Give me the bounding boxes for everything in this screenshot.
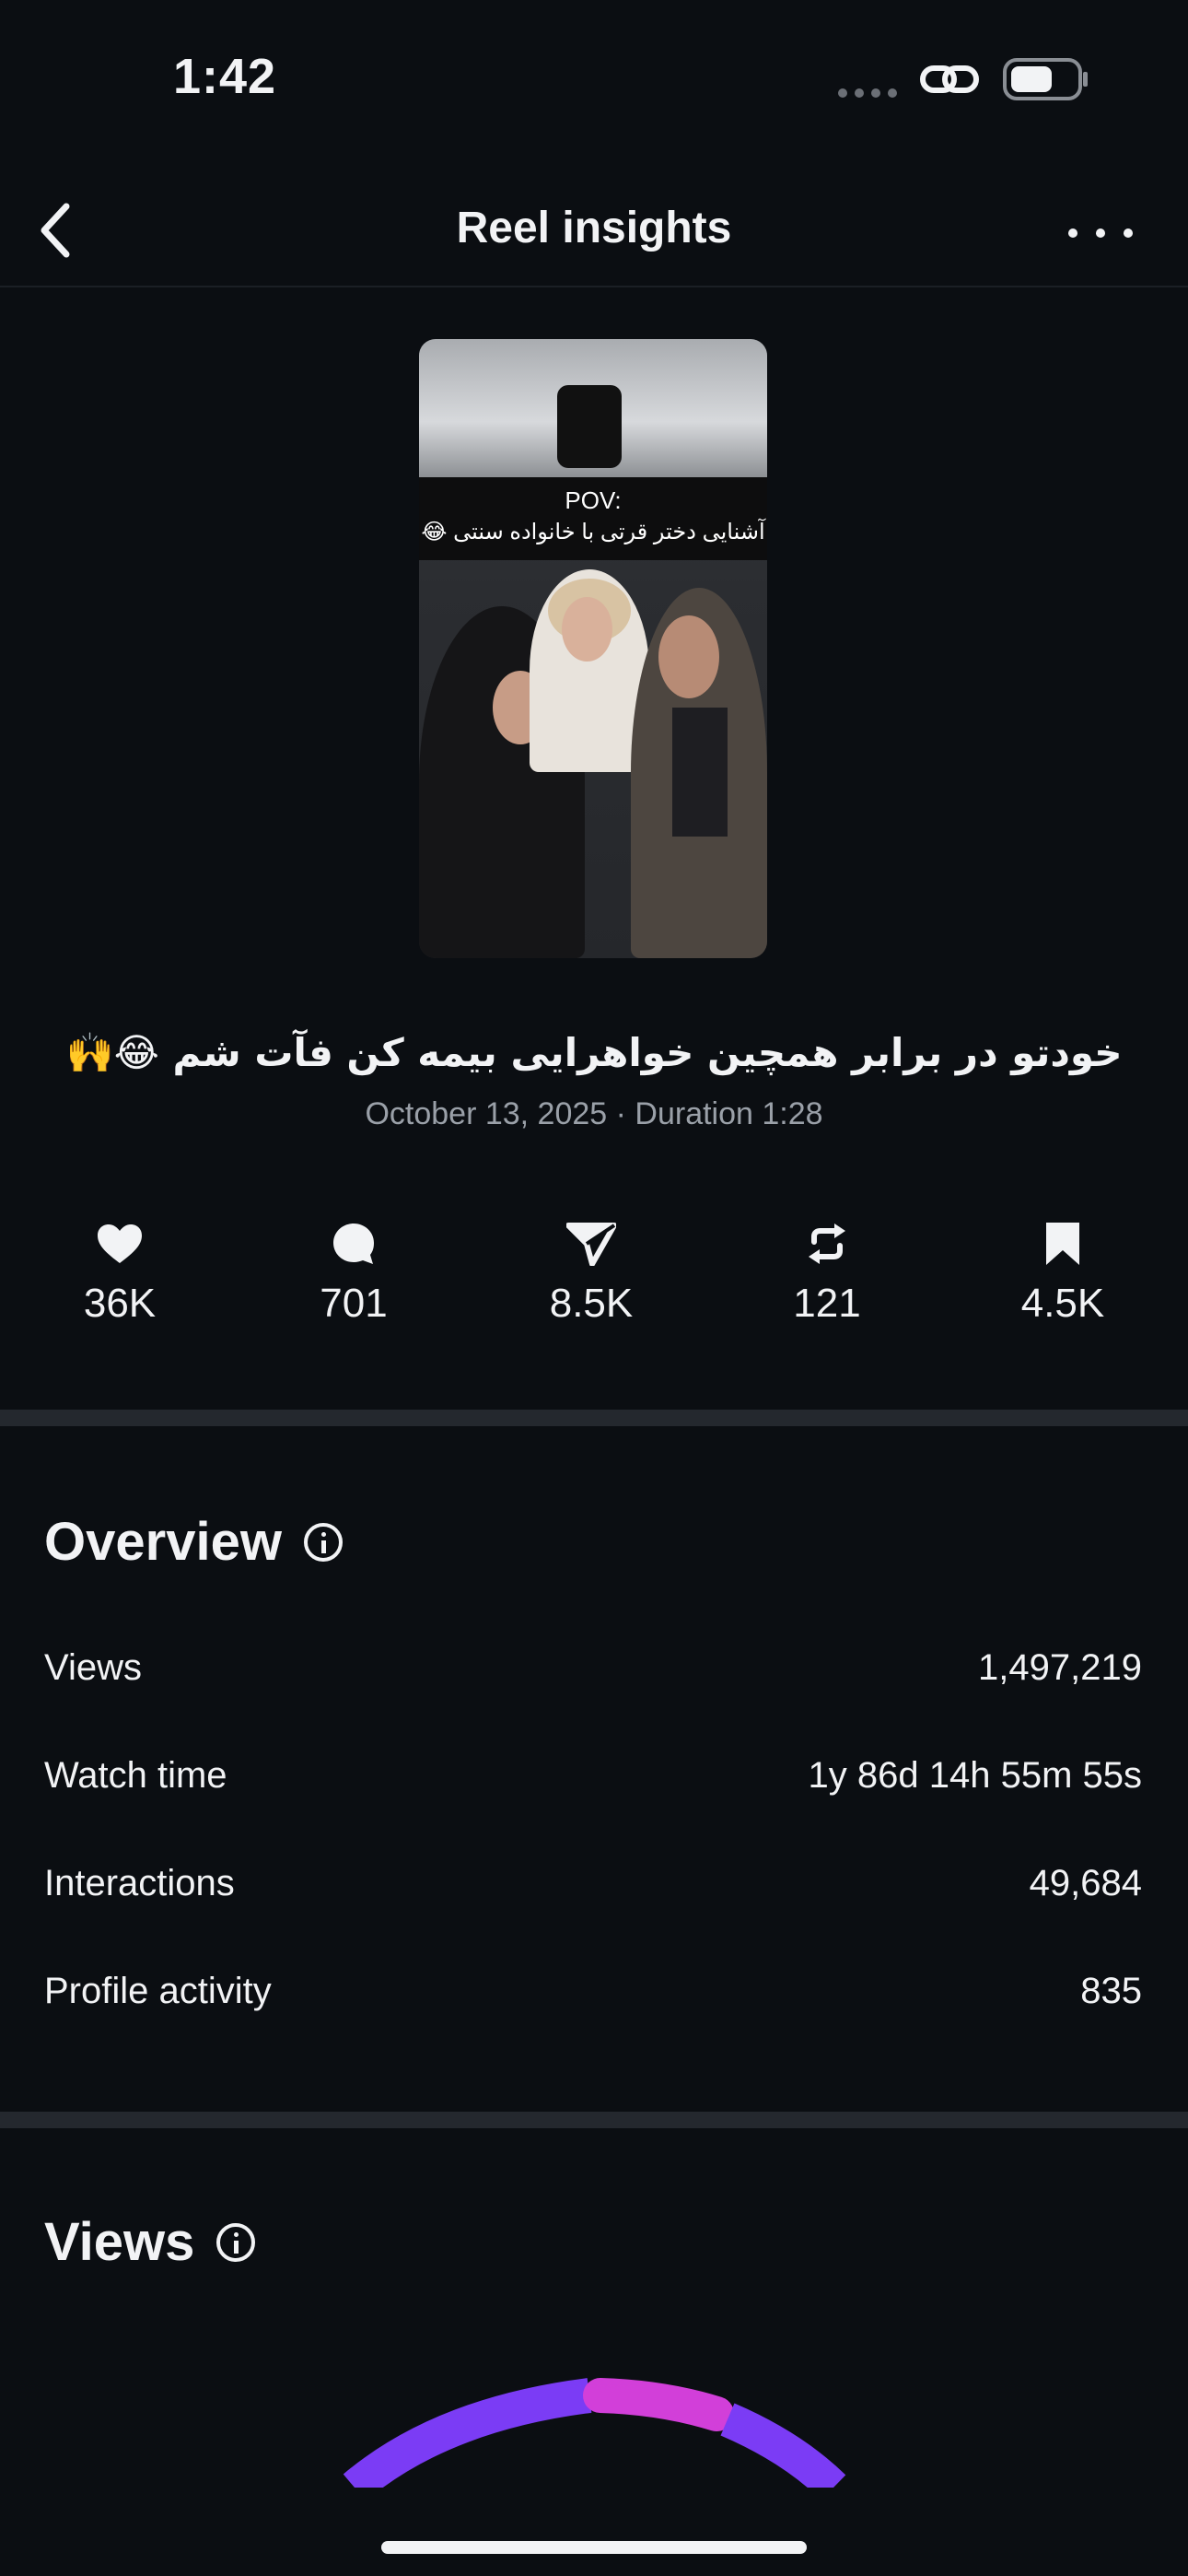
metric-value: 835 (1080, 1970, 1142, 2011)
overview-row-interactions[interactable]: Interactions 49,684 (44, 1856, 1142, 1911)
battery-icon (1003, 58, 1088, 100)
engagement-row: 36K 701 8.5K 121 4.5K (0, 1216, 1188, 1345)
more-icon-dot (1124, 228, 1133, 238)
bookmark-icon (1046, 1223, 1079, 1265)
views-heading: Views (44, 2211, 256, 2273)
overview-row-views[interactable]: Views 1,497,219 (44, 1640, 1142, 1695)
status-bar: 1:42 (0, 0, 1188, 157)
status-time: 1:42 (173, 49, 277, 104)
overview-heading: Overview (44, 1511, 343, 1573)
overview-row-profile-activity[interactable]: Profile activity 835 (44, 1963, 1142, 2019)
comment-icon (333, 1224, 374, 1264)
more-icon-dot (1068, 228, 1077, 238)
donut-segment-purple-left (343, 2378, 592, 2488)
cellular-signal-icon (838, 88, 897, 98)
section-divider (0, 1410, 1188, 1426)
reel-thumbnail[interactable]: POV: آشنایی دختر قرتی با خانواده سنتی 😂 (419, 339, 767, 958)
section-divider (0, 2112, 1188, 2128)
thumbnail-caption-line-2: آشنایی دختر قرتی با خانواده سنتی 😂 (421, 520, 765, 544)
metric-value: 1y 86d 14h 55m 55s (808, 1754, 1142, 1796)
send-icon (566, 1223, 616, 1266)
likes-count: 36K (83, 1281, 157, 1326)
thumbnail-caption-line-1: POV: (565, 486, 622, 514)
info-icon[interactable] (303, 1522, 343, 1562)
page-title: Reel insights (456, 204, 732, 252)
metric-value: 1,497,219 (978, 1646, 1142, 1688)
nav-bar: Reel insights (0, 157, 1188, 287)
views-title: Views (44, 2212, 195, 2272)
link-icon (920, 65, 979, 93)
more-options-button[interactable] (1068, 210, 1133, 256)
donut-segment-magenta (583, 2378, 734, 2431)
likes-stat: 36K (37, 1216, 203, 1327)
home-indicator[interactable] (381, 2541, 807, 2554)
metric-label: Views (44, 1646, 142, 1688)
metric-label: Watch time (44, 1754, 227, 1796)
donut-segment-purple-right (720, 2403, 846, 2488)
metric-value: 49,684 (1029, 1862, 1142, 1903)
comments-count: 701 (320, 1281, 388, 1326)
reposts-count: 121 (793, 1281, 861, 1326)
views-donut-chart (343, 2378, 846, 2488)
shares-stat: 8.5K (508, 1216, 674, 1327)
info-icon[interactable] (216, 2222, 256, 2262)
thumbnail-person-right (631, 588, 767, 958)
thumbnail-caption-box: POV: آشنایی دختر قرتی با خانواده سنتی 😂 (419, 477, 767, 560)
overview-row-watch-time[interactable]: Watch time 1y 86d 14h 55m 55s (44, 1748, 1142, 1803)
shares-count: 8.5K (549, 1281, 634, 1326)
overview-title: Overview (44, 1512, 282, 1572)
reel-meta: October 13, 2025 · Duration 1:28 (365, 1096, 823, 1131)
reel-caption: خودتو در برابر همچین خواهرایی بیمه کن فآ… (65, 1030, 1123, 1075)
thumbnail-mirror (557, 385, 622, 468)
saves-stat: 4.5K (980, 1216, 1146, 1327)
comments-stat: 701 (271, 1216, 437, 1327)
metric-label: Profile activity (44, 1970, 272, 2011)
saves-count: 4.5K (1020, 1281, 1105, 1326)
metric-label: Interactions (44, 1862, 235, 1903)
repost-icon (809, 1224, 845, 1264)
reposts-stat: 121 (744, 1216, 910, 1327)
heart-icon (98, 1224, 142, 1263)
more-icon-dot (1096, 228, 1105, 238)
